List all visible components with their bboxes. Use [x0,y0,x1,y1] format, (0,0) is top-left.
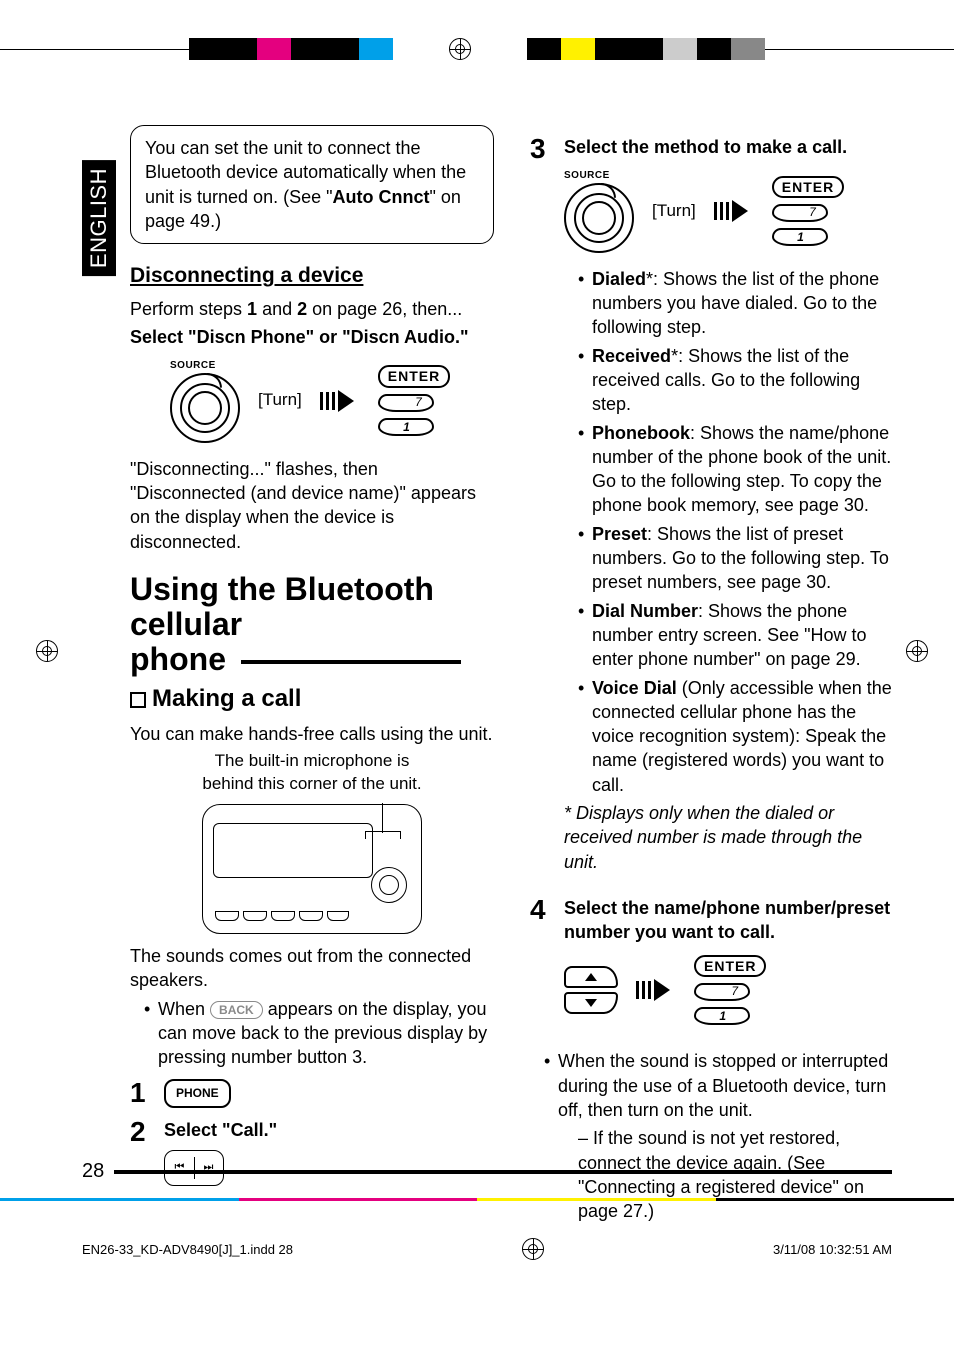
registration-mark-icon [449,38,471,60]
perform-steps-line: Perform steps 1 and 2 on page 26, then..… [130,297,494,321]
step-2-number: 2 [130,1118,150,1146]
enter-button-icon: ENTER [772,176,844,199]
footer-datetime: 3/11/08 10:32:51 AM [773,1242,892,1257]
method-dialed: Dialed*: Shows the list of the phone num… [578,267,894,340]
button-1-icon [694,1007,750,1025]
enter-button-icon: ENTER [378,365,450,388]
footer-meta: EN26-33_KD-ADV8490[J]_1.indd 28 3/11/08 … [82,1238,892,1260]
phone-button-icon: PHONE [164,1079,231,1107]
source-label: SOURCE [170,359,240,373]
making-call-intro: You can make hands-free calls using the … [130,722,494,746]
methods-footnote: * Displays only when the dialed or recei… [564,801,894,874]
disconnect-result-text: "Disconnecting..." flashes, then "Discon… [130,457,494,554]
method-voice-dial: Voice Dial (Only accessible when the con… [578,676,894,797]
footer-color-bar [0,1198,954,1201]
mic-caption: The built-in microphone isbehind this co… [130,750,494,796]
step-4-number: 4 [530,896,550,924]
method-phonebook: Phonebook: Shows the name/phone number o… [578,421,894,518]
step-3-diagram: SOURCE [Turn] ENTER [564,169,894,253]
turn-label: [Turn] [652,200,696,223]
button-1-icon [772,228,828,246]
print-registration-top [0,38,954,60]
heading-rule-icon [241,660,461,664]
back-button-icon: BACK [210,1001,263,1019]
turn-label: [Turn] [258,389,302,412]
registration-mark-left-icon [30,640,64,662]
arrow-icon [320,390,360,412]
down-button-icon [564,992,618,1014]
square-bullet-icon [130,692,146,708]
up-button-icon [564,966,618,988]
method-dial-number: Dial Number: Shows the phone number entr… [578,599,894,672]
color-chips-left [189,38,393,60]
page-footer: 28 [82,1160,892,1183]
registration-mark-bottom-icon [522,1238,544,1260]
enter-button-icon: ENTER [694,955,766,978]
step-4-diagram: ENTER [564,955,894,1026]
button-1-icon [378,418,434,436]
step-3-text: Select the method to make a call. [564,135,894,159]
disconnecting-heading: Disconnecting a device [130,262,494,290]
sounds-out-text: The sounds comes out from the connected … [130,944,494,993]
button-7-icon [694,983,750,1001]
step-4-text: Select the name/phone number/preset numb… [564,896,894,945]
auto-connect-note: You can set the unit to connect the Blue… [130,125,494,244]
dial-knob-icon [170,373,240,443]
button-7-icon [378,394,434,412]
footer-filename: EN26-33_KD-ADV8490[J]_1.indd 28 [82,1242,293,1257]
making-a-call-heading: Making a call [130,683,494,715]
select-discn-line: Select "Discn Phone" or "Discn Audio." [130,325,494,349]
step-3-number: 3 [530,135,550,163]
registration-mark-right-icon [900,640,934,662]
step-2-text: Select "Call." [164,1118,494,1142]
back-tip: When BACK appears on the display, you ca… [144,997,494,1070]
method-received: Received*: Shows the list of the receive… [578,344,894,417]
page-number: 28 [82,1160,104,1183]
arrow-icon [636,979,676,1001]
footer-rule-icon [114,1170,892,1174]
button-7-icon [772,204,828,222]
color-chips-right [527,38,765,60]
turn-enter-diagram: SOURCE [Turn] ENTER [130,359,494,443]
step-1-number: 1 [130,1079,150,1107]
using-bluetooth-heading: Using the Bluetooth cellular phone [130,572,494,678]
source-label: SOURCE [564,169,634,183]
method-preset: Preset: Shows the list of preset numbers… [578,522,894,595]
head-unit-illustration [202,804,422,934]
arrow-icon [714,200,754,222]
auto-cnnct-label: Auto Cnnct [333,187,430,207]
dial-knob-icon [564,183,634,253]
